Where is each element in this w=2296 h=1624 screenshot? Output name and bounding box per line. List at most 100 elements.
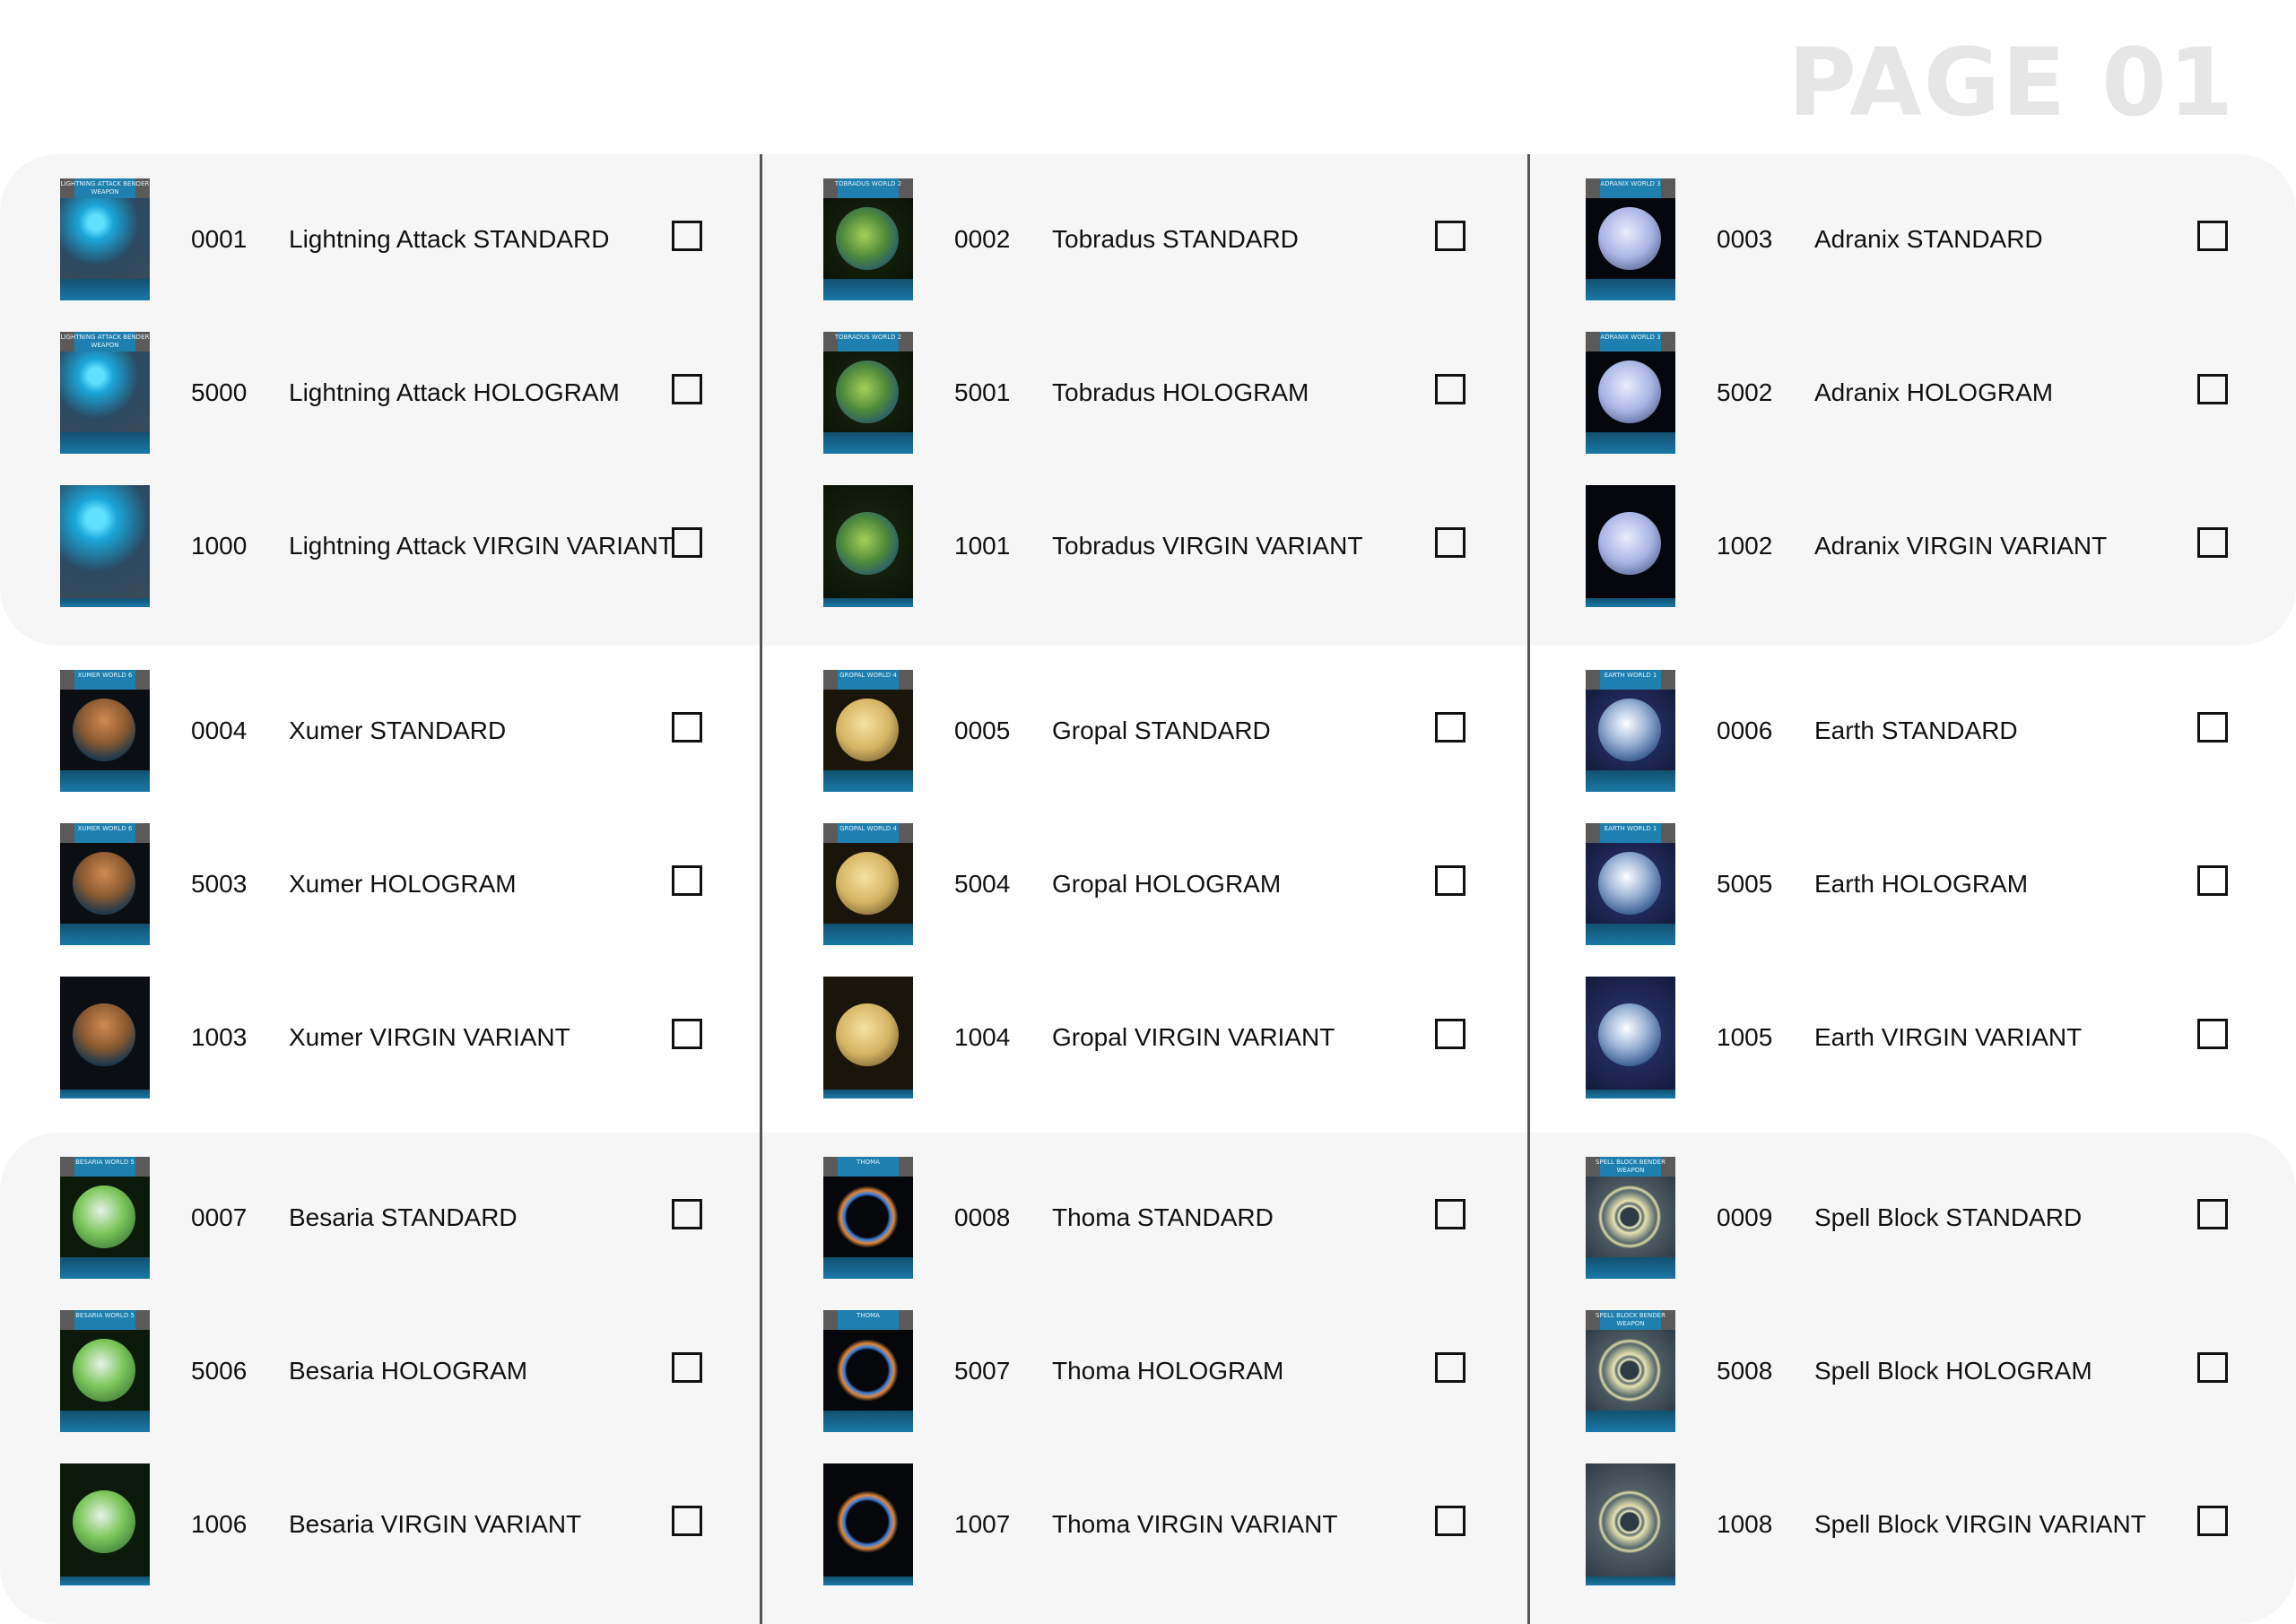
card-thumbnail: THOMA [823, 1310, 913, 1432]
card-art [60, 352, 150, 432]
owned-checkbox[interactable] [1435, 527, 1465, 558]
card-art-emblem [1598, 360, 1661, 423]
card-number: 0007 [191, 1203, 248, 1231]
checklist-row: THOMA 5007 Thoma HOLOGRAM [823, 1310, 1523, 1432]
card-art-emblem [1598, 512, 1661, 575]
card-name: Adranix STANDARD [1814, 225, 2043, 253]
card-number: 0001 [191, 225, 248, 253]
owned-checkbox[interactable] [1435, 1352, 1465, 1383]
card-name: Besaria VIRGIN VARIANT [289, 1510, 582, 1538]
card-art [60, 1330, 150, 1411]
card-art-emblem [836, 1003, 899, 1066]
card-number: 0008 [954, 1203, 1011, 1231]
card-footer [823, 924, 913, 945]
card-thumbnail: LIGHTNING ATTACK BENDER WEAPON [60, 332, 150, 454]
card-number: 1005 [1717, 1023, 1773, 1051]
owned-checkbox[interactable] [2197, 1199, 2228, 1229]
card-thumbnail: GROPAL WORLD 4 [823, 670, 913, 792]
card-art [823, 690, 913, 770]
owned-checkbox[interactable] [2197, 865, 2228, 896]
card-number: 1004 [954, 1023, 1011, 1051]
owned-checkbox[interactable] [2197, 1352, 2228, 1383]
card-art [60, 1463, 150, 1576]
card-footer [1586, 432, 1675, 454]
card-art [1586, 1177, 1675, 1257]
owned-checkbox[interactable] [1435, 865, 1465, 896]
checklist-row: TOBRADUS WORLD 2 0002 Tobradus STANDARD [823, 178, 1523, 300]
checklist-row: 1004 Gropal VIRGIN VARIANT [823, 977, 1523, 1099]
owned-checkbox[interactable] [672, 1506, 702, 1536]
card-header: GROPAL WORLD 4 [823, 670, 913, 690]
owned-checkbox[interactable] [672, 374, 702, 404]
owned-checkbox[interactable] [672, 865, 702, 896]
checklist-row: XUMER WORLD 6 0004 Xumer STANDARD [60, 670, 760, 792]
card-header: LIGHTNING ATTACK BENDER WEAPON [60, 178, 150, 198]
card-art-emblem [73, 360, 135, 423]
card-thumbnail: LIGHTNING ATTACK BENDER WEAPON [60, 178, 150, 300]
card-number: 0006 [1717, 716, 1773, 744]
owned-checkbox[interactable] [2197, 374, 2228, 404]
card-name: Tobradus HOLOGRAM [1052, 378, 1309, 406]
card-art [1586, 485, 1675, 598]
card-name: Besaria HOLOGRAM [289, 1357, 528, 1385]
owned-checkbox[interactable] [672, 1352, 702, 1383]
owned-checkbox[interactable] [672, 221, 702, 251]
card-footer [1586, 1411, 1675, 1432]
card-thumbnail: EARTH WORLD 1 [1586, 670, 1675, 792]
owned-checkbox[interactable] [1435, 221, 1465, 251]
card-thumbnail: XUMER WORLD 6 [60, 670, 150, 792]
card-thumbnail [1586, 977, 1675, 1099]
card-art-emblem [73, 1490, 135, 1553]
checklist-row: 1005 Earth VIRGIN VARIANT [1586, 977, 2285, 1099]
card-art [1586, 352, 1675, 432]
card-art [60, 977, 150, 1090]
owned-checkbox[interactable] [1435, 1019, 1465, 1049]
owned-checkbox[interactable] [1435, 374, 1465, 404]
card-art [1586, 843, 1675, 924]
card-header-text: GROPAL WORLD 4 [839, 672, 897, 679]
owned-checkbox[interactable] [672, 1199, 702, 1229]
card-footer [1586, 770, 1675, 792]
card-number: 5005 [1717, 870, 1773, 898]
card-header-text: THOMA [857, 1312, 880, 1319]
card-art-emblem [73, 1185, 135, 1248]
card-number: 0002 [954, 225, 1011, 253]
checklist-row: 1001 Tobradus VIRGIN VARIANT [823, 485, 1523, 607]
checklist-row: GROPAL WORLD 4 5004 Gropal HOLOGRAM [823, 823, 1523, 945]
owned-checkbox[interactable] [672, 712, 702, 743]
card-name: Adranix VIRGIN VARIANT [1814, 532, 2108, 560]
card-footer [823, 598, 913, 607]
owned-checkbox[interactable] [1435, 1506, 1465, 1536]
card-art-emblem [1598, 1003, 1661, 1066]
owned-checkbox[interactable] [2197, 527, 2228, 558]
checklist-row: BESARIA WORLD 5 5006 Besaria HOLOGRAM [60, 1310, 760, 1432]
owned-checkbox[interactable] [2197, 712, 2228, 743]
card-name: Spell Block STANDARD [1814, 1203, 2083, 1231]
card-footer [1586, 1090, 1675, 1099]
owned-checkbox[interactable] [1435, 1199, 1465, 1229]
card-thumbnail: EARTH WORLD 1 [1586, 823, 1675, 945]
checklist-row: LIGHTNING ATTACK BENDER WEAPON 0001 Lightn… [60, 178, 760, 300]
card-number: 0005 [954, 716, 1011, 744]
card-name: Xumer VIRGIN VARIANT [289, 1023, 570, 1051]
card-number: 5000 [191, 378, 248, 406]
owned-checkbox[interactable] [2197, 1506, 2228, 1536]
checklist-row: 1007 Thoma VIRGIN VARIANT [823, 1463, 1523, 1585]
card-number: 5002 [1717, 378, 1773, 406]
card-art [60, 843, 150, 924]
owned-checkbox[interactable] [672, 1019, 702, 1049]
owned-checkbox[interactable] [2197, 1019, 2228, 1049]
card-header-text: BESARIA WORLD 5 [75, 1159, 135, 1166]
card-header-text: BESARIA WORLD 5 [75, 1312, 135, 1319]
card-art [60, 485, 150, 598]
card-thumbnail: SPELL BLOCK BENDER WEAPON [1586, 1157, 1675, 1279]
owned-checkbox[interactable] [2197, 221, 2228, 251]
owned-checkbox[interactable] [1435, 712, 1465, 743]
card-header: ADRANIX WORLD 3 [1586, 178, 1675, 198]
card-thumbnail: TOBRADUS WORLD 2 [823, 332, 913, 454]
card-footer [823, 279, 913, 300]
checklist-row: TOBRADUS WORLD 2 5001 Tobradus HOLOGRAM [823, 332, 1523, 454]
card-name: Thoma HOLOGRAM [1052, 1357, 1284, 1385]
card-footer [60, 924, 150, 945]
owned-checkbox[interactable] [672, 527, 702, 558]
